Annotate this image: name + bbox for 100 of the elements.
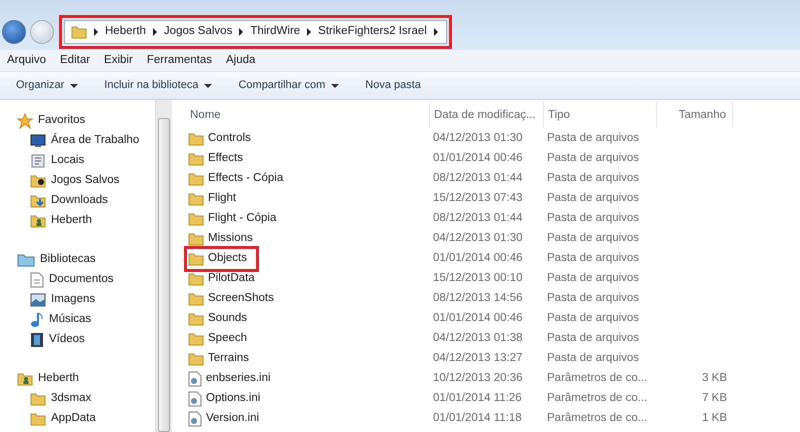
sidebar-item[interactable]: 3dsmax [51, 390, 92, 408]
library-folder-icon [17, 253, 35, 267]
star-icon [17, 113, 33, 129]
sidebar-item[interactable]: Heberth [51, 212, 92, 230]
sidebar-item[interactable]: Locais [51, 152, 84, 170]
breadcrumb[interactable]: Jogos Salvos [164, 23, 232, 41]
folder-icon [30, 412, 46, 426]
column-header[interactable]: Tamanho [657, 102, 733, 128]
file-name[interactable]: Missions [208, 230, 253, 248]
scrollbar[interactable] [155, 100, 172, 432]
sidebar-item[interactable]: AppData [51, 410, 96, 428]
column-header[interactable]: Nome [186, 102, 430, 128]
sidebar-item[interactable]: Vídeos [49, 331, 85, 349]
type-cell-text: Pasta de arquivos [546, 331, 640, 346]
chevron-icon[interactable] [434, 28, 438, 36]
toolbar-button[interactable]: Nova pasta [365, 77, 421, 94]
type-cell-text: Pasta de arquivos [546, 271, 640, 286]
settings-file-icon [188, 391, 202, 407]
folder-icon [188, 192, 204, 206]
date-cell-text: 04/12/2013 13:27 [432, 351, 524, 366]
menu-item[interactable]: Arquivo [0, 52, 53, 70]
film-icon [30, 332, 44, 348]
sidebar-item[interactable]: Imagens [51, 291, 96, 309]
file-name[interactable]: Terrains [208, 350, 249, 368]
file-name[interactable]: PilotData [208, 270, 255, 288]
folder-icon [188, 232, 204, 246]
sidebar-group[interactable]: Bibliotecas [40, 251, 96, 269]
sidebar-item[interactable]: Documentos [49, 271, 114, 289]
type-cell-text: Pasta de arquivos [546, 351, 640, 366]
toolbar-button[interactable]: Incluir na biblioteca [104, 77, 212, 94]
breadcrumb[interactable]: Heberth [105, 23, 146, 41]
file-name[interactable]: Effects [208, 150, 243, 168]
chevron-icon[interactable] [307, 28, 312, 36]
folder-icon [30, 174, 46, 188]
folder-icon [188, 212, 204, 226]
folder-icon [71, 25, 87, 39]
chevron-icon[interactable] [239, 28, 244, 36]
monitor-icon [30, 134, 46, 148]
folder-icon [188, 252, 204, 266]
date-cell-text: 15/12/2013 00:10 [432, 271, 524, 286]
file-name[interactable]: Controls [208, 130, 251, 148]
image-icon [30, 293, 46, 307]
sidebar-item[interactable]: Área de Trabalho [51, 132, 140, 150]
chevron-icon[interactable] [152, 28, 157, 36]
date-cell-text: 08/12/2013 01:44 [432, 211, 524, 226]
type-cell-text: Pasta de arquivos [546, 191, 640, 206]
type-cell-text: Pasta de arquivos [546, 171, 640, 186]
size-cell: 1 KB [702, 412, 727, 424]
column-header[interactable]: Tipo [544, 102, 657, 128]
music-note-icon [30, 312, 44, 328]
folder-icon [188, 292, 204, 306]
breadcrumb[interactable]: ThirdWire [250, 23, 300, 41]
size-cell: 7 KB [702, 392, 727, 404]
folder-icon [188, 312, 204, 326]
toolbar-button[interactable]: Compartilhar com [238, 77, 340, 94]
type-cell-text: Pasta de arquivos [546, 311, 640, 326]
back-button[interactable] [2, 20, 26, 44]
menu-item[interactable]: Ajuda [219, 52, 262, 70]
date-cell-text: 04/12/2013 01:38 [432, 331, 524, 346]
folder-icon [188, 272, 204, 286]
menu-item[interactable]: Ferramentas [140, 52, 219, 70]
file-name[interactable]: Effects - Cópia [208, 170, 284, 188]
scroll-thumb[interactable] [158, 118, 170, 432]
folder-icon [30, 392, 46, 406]
type-cell-text: Pasta de arquivos [546, 151, 640, 166]
type-cell-text: Parâmetros de co... [546, 411, 648, 426]
file-name[interactable]: Sounds [208, 310, 248, 328]
date-cell-text: 10/12/2013 20:36 [432, 371, 524, 386]
file-name[interactable]: Objects [208, 250, 247, 268]
user-folder-icon [17, 372, 33, 386]
settings-file-icon [188, 371, 202, 387]
menu-item[interactable]: Exibir [97, 52, 140, 70]
sidebar-item[interactable]: Jogos Salvos [51, 172, 120, 190]
file-name[interactable]: enbseries.ini [206, 370, 271, 388]
sidebar-item[interactable]: Downloads [51, 192, 108, 210]
file-name[interactable]: Speech [208, 330, 248, 348]
toolbar-button[interactable]: Organizar [16, 77, 78, 94]
sidebar-item[interactable]: Músicas [49, 311, 92, 329]
document-icon [30, 272, 44, 288]
folder-icon [188, 352, 204, 366]
file-name[interactable]: ScreenShots [208, 290, 274, 308]
sidebar-group[interactable]: Heberth [38, 370, 79, 388]
chevron-icon[interactable] [94, 28, 98, 36]
size-cell: 3 KB [702, 372, 727, 384]
file-name[interactable]: Flight [208, 190, 236, 208]
date-cell-text: 15/12/2013 07:43 [432, 191, 524, 206]
sidebar-group[interactable]: Favoritos [38, 112, 86, 130]
user-folder-icon [30, 214, 46, 228]
date-cell-text: 01/01/2014 00:46 [432, 251, 524, 266]
column-header[interactable]: Data de modificaç... [430, 102, 544, 128]
type-cell-text: Pasta de arquivos [546, 131, 640, 146]
menu-item[interactable]: Editar [53, 52, 98, 70]
breadcrumb[interactable]: StrikeFighters2 Israel [318, 23, 427, 41]
type-cell-text: Parâmetros de co... [546, 391, 648, 406]
date-cell-text: 01/01/2014 11:18 [432, 411, 523, 426]
file-name[interactable]: Options.ini [206, 390, 260, 408]
date-cell-text: 08/12/2013 14:56 [432, 291, 524, 306]
file-name[interactable]: Version.ini [206, 410, 260, 428]
file-name[interactable]: Flight - Cópia [208, 210, 276, 228]
type-cell-text: Pasta de arquivos [546, 251, 640, 266]
